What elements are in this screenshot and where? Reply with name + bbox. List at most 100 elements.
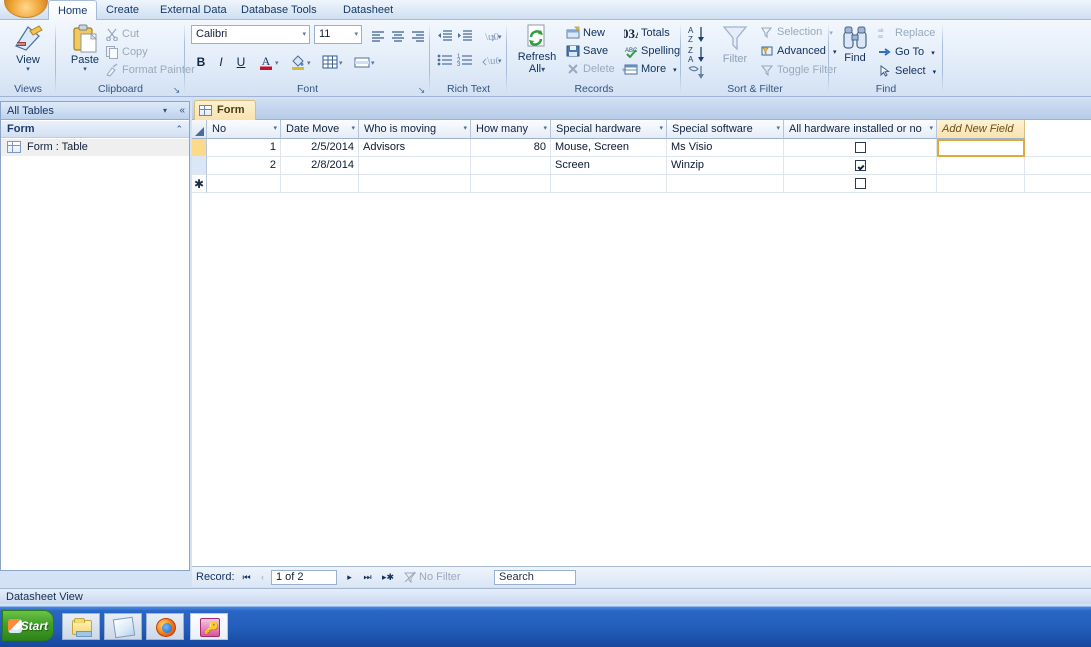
sidebar-item-form-table[interactable]: Form : Table	[1, 139, 189, 156]
align-center-button[interactable]	[387, 25, 407, 45]
taskbar-button-firefox[interactable]	[146, 613, 184, 640]
spelling-command[interactable]: ABC Spelling	[623, 42, 680, 60]
row-selector[interactable]	[192, 157, 207, 175]
view-button[interactable]: View ▾	[5, 24, 51, 73]
first-record-button[interactable]: ⏮	[239, 570, 254, 585]
alternate-fill-caret-icon[interactable]: ▾	[371, 59, 375, 67]
nav-pane-title-bar[interactable]: All Tables ▾ «	[1, 102, 189, 120]
cell-how-many[interactable]	[471, 157, 551, 175]
checkbox-checked[interactable]	[854, 159, 866, 171]
more-command[interactable]: More ▾	[623, 60, 677, 78]
numbered-list-button[interactable]: 123	[454, 49, 474, 69]
office-button-icon[interactable]	[4, 0, 48, 18]
column-header-special-hardware[interactable]: Special hardware ▾	[551, 120, 667, 139]
find-button[interactable]: Find	[834, 24, 876, 64]
rtl-direction-caret-icon[interactable]: ▾	[498, 57, 502, 65]
cell-no[interactable]	[207, 175, 281, 193]
underline-button[interactable]: U	[231, 51, 251, 71]
chevron-up-icon[interactable]: ⌃	[175, 121, 183, 138]
chevron-down-icon[interactable]: ▾	[929, 120, 933, 138]
sort-descending-button[interactable]: ZA	[685, 43, 707, 64]
cell-special-hardware[interactable]: Mouse, Screen	[551, 139, 667, 157]
delete-record-command[interactable]: Delete ▾	[565, 60, 625, 78]
cell-all-hardware-installed[interactable]	[784, 157, 937, 175]
format-painter-command[interactable]: Format Painter	[104, 61, 195, 79]
cell-add-new-field[interactable]	[937, 175, 1025, 193]
cell-special-software[interactable]: Ms Visio	[667, 139, 784, 157]
cell-special-hardware[interactable]: Screen	[551, 157, 667, 175]
document-tab-form[interactable]: Form	[194, 100, 256, 120]
table-row[interactable]: 1 2/5/2014 Advisors 80 Mouse, Screen Ms …	[192, 139, 1091, 157]
column-header-how-many[interactable]: How many ▾	[471, 120, 551, 139]
next-record-button[interactable]: ▸	[342, 570, 357, 585]
cell-special-software[interactable]: Winzip	[667, 157, 784, 175]
paste-button[interactable]: Paste ▾	[62, 24, 108, 73]
table-row-new[interactable]: ✱	[192, 175, 1091, 193]
fill-color-caret-icon[interactable]: ▾	[307, 59, 311, 67]
totals-command[interactable]: \u03A3 Totals	[610, 24, 670, 42]
chevron-down-icon[interactable]: ▾	[351, 120, 355, 138]
column-header-who-is-moving[interactable]: Who is moving ▾	[359, 120, 471, 139]
cell-add-new-field[interactable]	[937, 157, 1025, 175]
new-record-command[interactable]: New	[565, 24, 605, 42]
cell-no[interactable]: 1	[207, 139, 281, 157]
cell-all-hardware-installed[interactable]	[784, 139, 937, 157]
cell-no[interactable]: 2	[207, 157, 281, 175]
last-record-button[interactable]: ⏭	[360, 570, 375, 585]
font-name-combobox[interactable]: Calibri ▾	[191, 25, 310, 44]
italic-button[interactable]: I	[211, 51, 231, 71]
font-color-button[interactable]: A	[255, 51, 275, 71]
clear-sort-button[interactable]	[685, 63, 707, 81]
alternate-fill-button[interactable]	[351, 51, 371, 71]
go-to-command[interactable]: Go To ▾	[877, 43, 935, 61]
cut-command[interactable]: Cut	[104, 25, 139, 43]
tab-external-data[interactable]: External Data	[151, 1, 236, 20]
font-color-caret-icon[interactable]: ▾	[275, 59, 279, 67]
table-row[interactable]: 2 2/8/2014 Screen Winzip	[192, 157, 1091, 175]
column-header-date-move[interactable]: Date Move ▾	[281, 120, 359, 139]
record-position-box[interactable]: 1 of 2	[271, 570, 337, 585]
filter-status-button[interactable]: No Filter	[402, 570, 492, 585]
gridlines-button[interactable]	[319, 51, 339, 71]
gridlines-caret-icon[interactable]: ▾	[339, 59, 343, 67]
clipboard-dialog-launcher-icon[interactable]: ↘	[171, 85, 182, 96]
checkbox-unchecked[interactable]	[854, 177, 866, 189]
ltr-direction-button[interactable]: \u00B6	[478, 25, 518, 45]
font-size-combobox[interactable]: 11 ▾	[314, 25, 362, 44]
tab-datasheet[interactable]: Datasheet	[334, 1, 402, 20]
checkbox-unchecked[interactable]	[854, 141, 866, 153]
start-button[interactable]: Start	[2, 610, 54, 641]
save-record-command[interactable]: Save	[565, 42, 608, 60]
cell-how-many[interactable]	[471, 175, 551, 193]
cell-date-move[interactable]: 2/8/2014	[281, 157, 359, 175]
bold-button[interactable]: B	[191, 51, 211, 71]
fill-color-button[interactable]	[287, 51, 307, 71]
tab-create[interactable]: Create	[97, 1, 148, 20]
previous-record-button[interactable]: ‹	[255, 570, 270, 585]
chevron-down-icon[interactable]: ▾	[463, 120, 467, 138]
cell-special-software[interactable]	[667, 175, 784, 193]
decrease-indent-button[interactable]	[434, 25, 454, 45]
column-header-all-hardware-installed[interactable]: All hardware installed or no ▾	[784, 120, 937, 139]
taskbar-button-notepad[interactable]	[104, 613, 142, 640]
filter-button[interactable]: Filter	[711, 23, 759, 65]
collapse-pane-icon[interactable]: «	[179, 102, 185, 120]
rtl-direction-button[interactable]: \u00B6	[478, 49, 520, 69]
align-left-button[interactable]	[367, 25, 387, 45]
new-record-button[interactable]: ▸✱	[378, 570, 398, 585]
chevron-down-icon[interactable]: ▾	[543, 120, 547, 138]
column-header-add-new-field[interactable]: Add New Field	[937, 120, 1025, 139]
select-command[interactable]: Select ▾	[877, 62, 936, 80]
chevron-down-icon[interactable]: ▾	[776, 120, 780, 138]
selection-command[interactable]: Selection ▾	[759, 23, 833, 41]
column-header-no[interactable]: No ▾	[207, 120, 281, 139]
cell-who-is-moving[interactable]	[359, 175, 471, 193]
row-selector-current[interactable]	[192, 139, 207, 157]
cell-how-many[interactable]: 80	[471, 139, 551, 157]
cell-date-move[interactable]: 2/5/2014	[281, 139, 359, 157]
align-right-button[interactable]	[407, 25, 427, 45]
chevron-down-icon[interactable]: ▾	[659, 120, 663, 138]
copy-command[interactable]: Copy	[104, 43, 148, 61]
cell-all-hardware-installed[interactable]	[784, 175, 937, 193]
nav-group-form[interactable]: Form ⌃	[1, 121, 189, 138]
